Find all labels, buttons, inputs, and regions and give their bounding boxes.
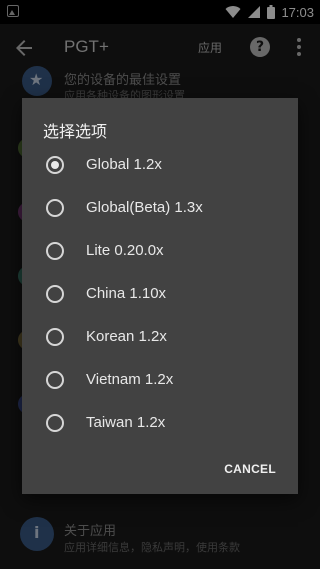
option-label: Vietnam 1.2x [86, 371, 174, 388]
radio-button[interactable] [46, 414, 64, 432]
option-label: Taiwan 1.2x [86, 414, 166, 431]
option-vietnam[interactable]: Vietnam 1.2x [22, 359, 298, 401]
radio-button[interactable] [46, 328, 64, 346]
option-global[interactable]: Global 1.2x [22, 144, 298, 186]
radio-button[interactable] [46, 156, 64, 174]
option-global-beta[interactable]: Global(Beta) 1.3x [22, 187, 298, 229]
option-china[interactable]: China 1.10x [22, 273, 298, 315]
radio-button[interactable] [46, 199, 64, 217]
radio-button[interactable] [46, 371, 64, 389]
option-lite[interactable]: Lite 0.20.0x [22, 230, 298, 272]
radio-button[interactable] [46, 242, 64, 260]
option-label: Global 1.2x [86, 156, 162, 173]
option-label: Global(Beta) 1.3x [86, 199, 203, 216]
select-option-dialog: 选择选项 Global 1.2x Global(Beta) 1.3x Lite … [22, 98, 298, 494]
cancel-button[interactable]: CANCEL [224, 462, 276, 476]
option-label: Korean 1.2x [86, 328, 167, 345]
option-label: China 1.10x [86, 285, 167, 302]
option-taiwan[interactable]: Taiwan 1.2x [22, 402, 298, 444]
dialog-title: 选择选项 [43, 122, 108, 141]
option-label: Lite 0.20.0x [86, 242, 164, 259]
radio-button[interactable] [46, 285, 64, 303]
option-korean[interactable]: Korean 1.2x [22, 316, 298, 358]
